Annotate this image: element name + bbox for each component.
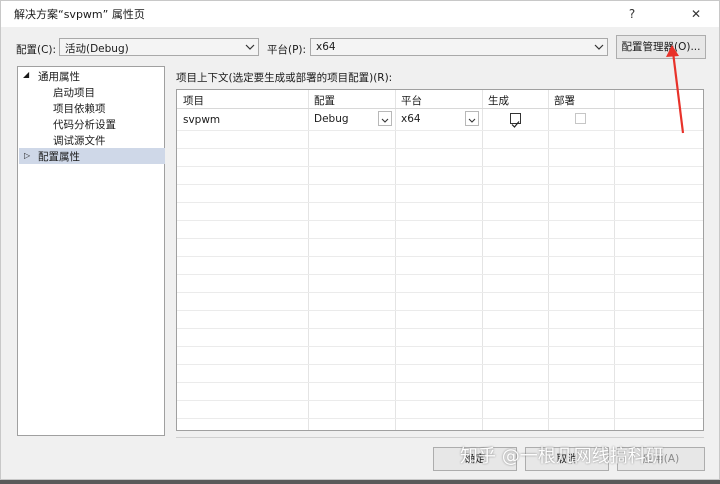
red-arrow-annotation bbox=[666, 45, 685, 134]
